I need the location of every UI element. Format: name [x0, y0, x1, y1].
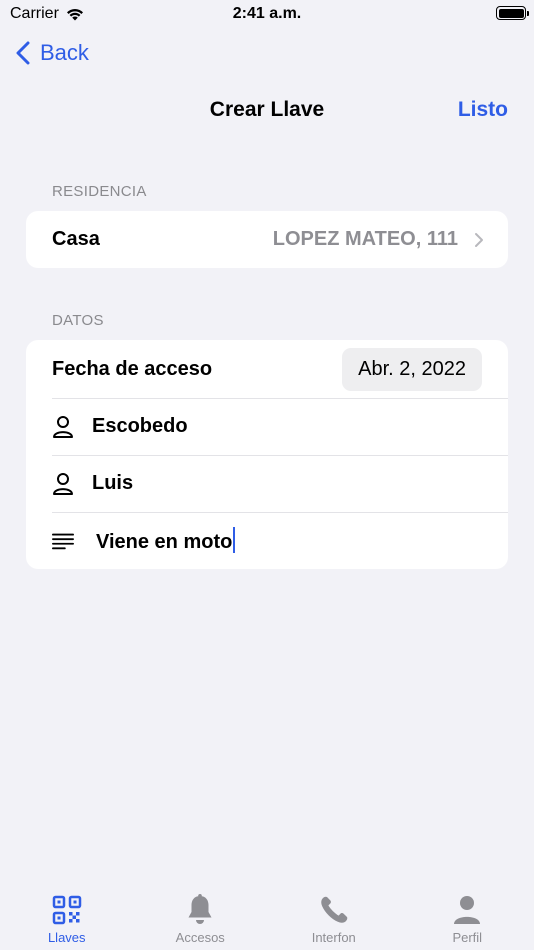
- tab-perfil[interactable]: Perfil: [401, 880, 534, 950]
- access-date-value: Abr. 2, 2022: [358, 358, 466, 380]
- section-header-residencia: RESIDENCIA: [52, 183, 147, 200]
- phone-icon: [319, 894, 349, 926]
- section-header-datos: DATOS: [52, 312, 104, 329]
- access-date-picker[interactable]: Abr. 2, 2022: [342, 348, 482, 391]
- residence-value: LOPEZ MATEO, 111: [272, 228, 458, 250]
- person-icon: [453, 894, 481, 926]
- status-time: 2:41 a.m.: [232, 5, 302, 22]
- tab-label: Llaves: [47, 930, 86, 945]
- tab-label: Accesos: [175, 930, 225, 945]
- note-field[interactable]: Viene en moto: [96, 527, 236, 554]
- access-date-label: Fecha de acceso: [52, 357, 213, 380]
- residence-label: Casa: [52, 228, 100, 250]
- done-button[interactable]: Listo: [458, 98, 508, 122]
- access-date-row: Fecha de acceso Abr. 2, 2022: [26, 340, 508, 398]
- datos-card: Fecha de acceso Abr. 2, 2022 Escobedo Lu…: [26, 340, 508, 569]
- tab-accesos[interactable]: Accesos: [134, 880, 268, 950]
- chevron-left-icon: [16, 41, 30, 65]
- residencia-card: Casa LOPEZ MATEO, 111: [26, 211, 508, 268]
- tab-interfon[interactable]: Interfon: [267, 880, 401, 950]
- battery-icon: [496, 6, 529, 20]
- page-title: Crear Llave: [209, 98, 325, 121]
- tab-llaves[interactable]: Llaves: [0, 880, 134, 950]
- back-button[interactable]: Back: [16, 40, 89, 66]
- last-name-row[interactable]: Escobedo: [26, 398, 508, 455]
- text-lines-icon: [52, 532, 74, 550]
- first-name-field[interactable]: Luis: [92, 472, 133, 495]
- tab-label: Interfon: [311, 930, 356, 945]
- person-icon: [52, 472, 74, 495]
- status-bar: Carrier 2:41 a.m.: [0, 0, 534, 30]
- text-cursor: [233, 527, 236, 553]
- tab-bar: Llaves Accesos Interfon Perfil: [0, 880, 534, 950]
- tab-label: Perfil: [452, 930, 483, 945]
- back-label: Back: [40, 40, 89, 65]
- qr-code-icon: [52, 894, 82, 926]
- residence-row[interactable]: Casa LOPEZ MATEO, 111: [26, 211, 508, 268]
- note-text: Viene en moto: [96, 531, 233, 553]
- person-icon: [52, 415, 74, 438]
- note-row[interactable]: Viene en moto: [26, 512, 508, 569]
- first-name-row[interactable]: Luis: [26, 455, 508, 512]
- bell-icon: [185, 894, 215, 926]
- last-name-field[interactable]: Escobedo: [92, 415, 188, 438]
- chevron-right-icon: [475, 233, 483, 247]
